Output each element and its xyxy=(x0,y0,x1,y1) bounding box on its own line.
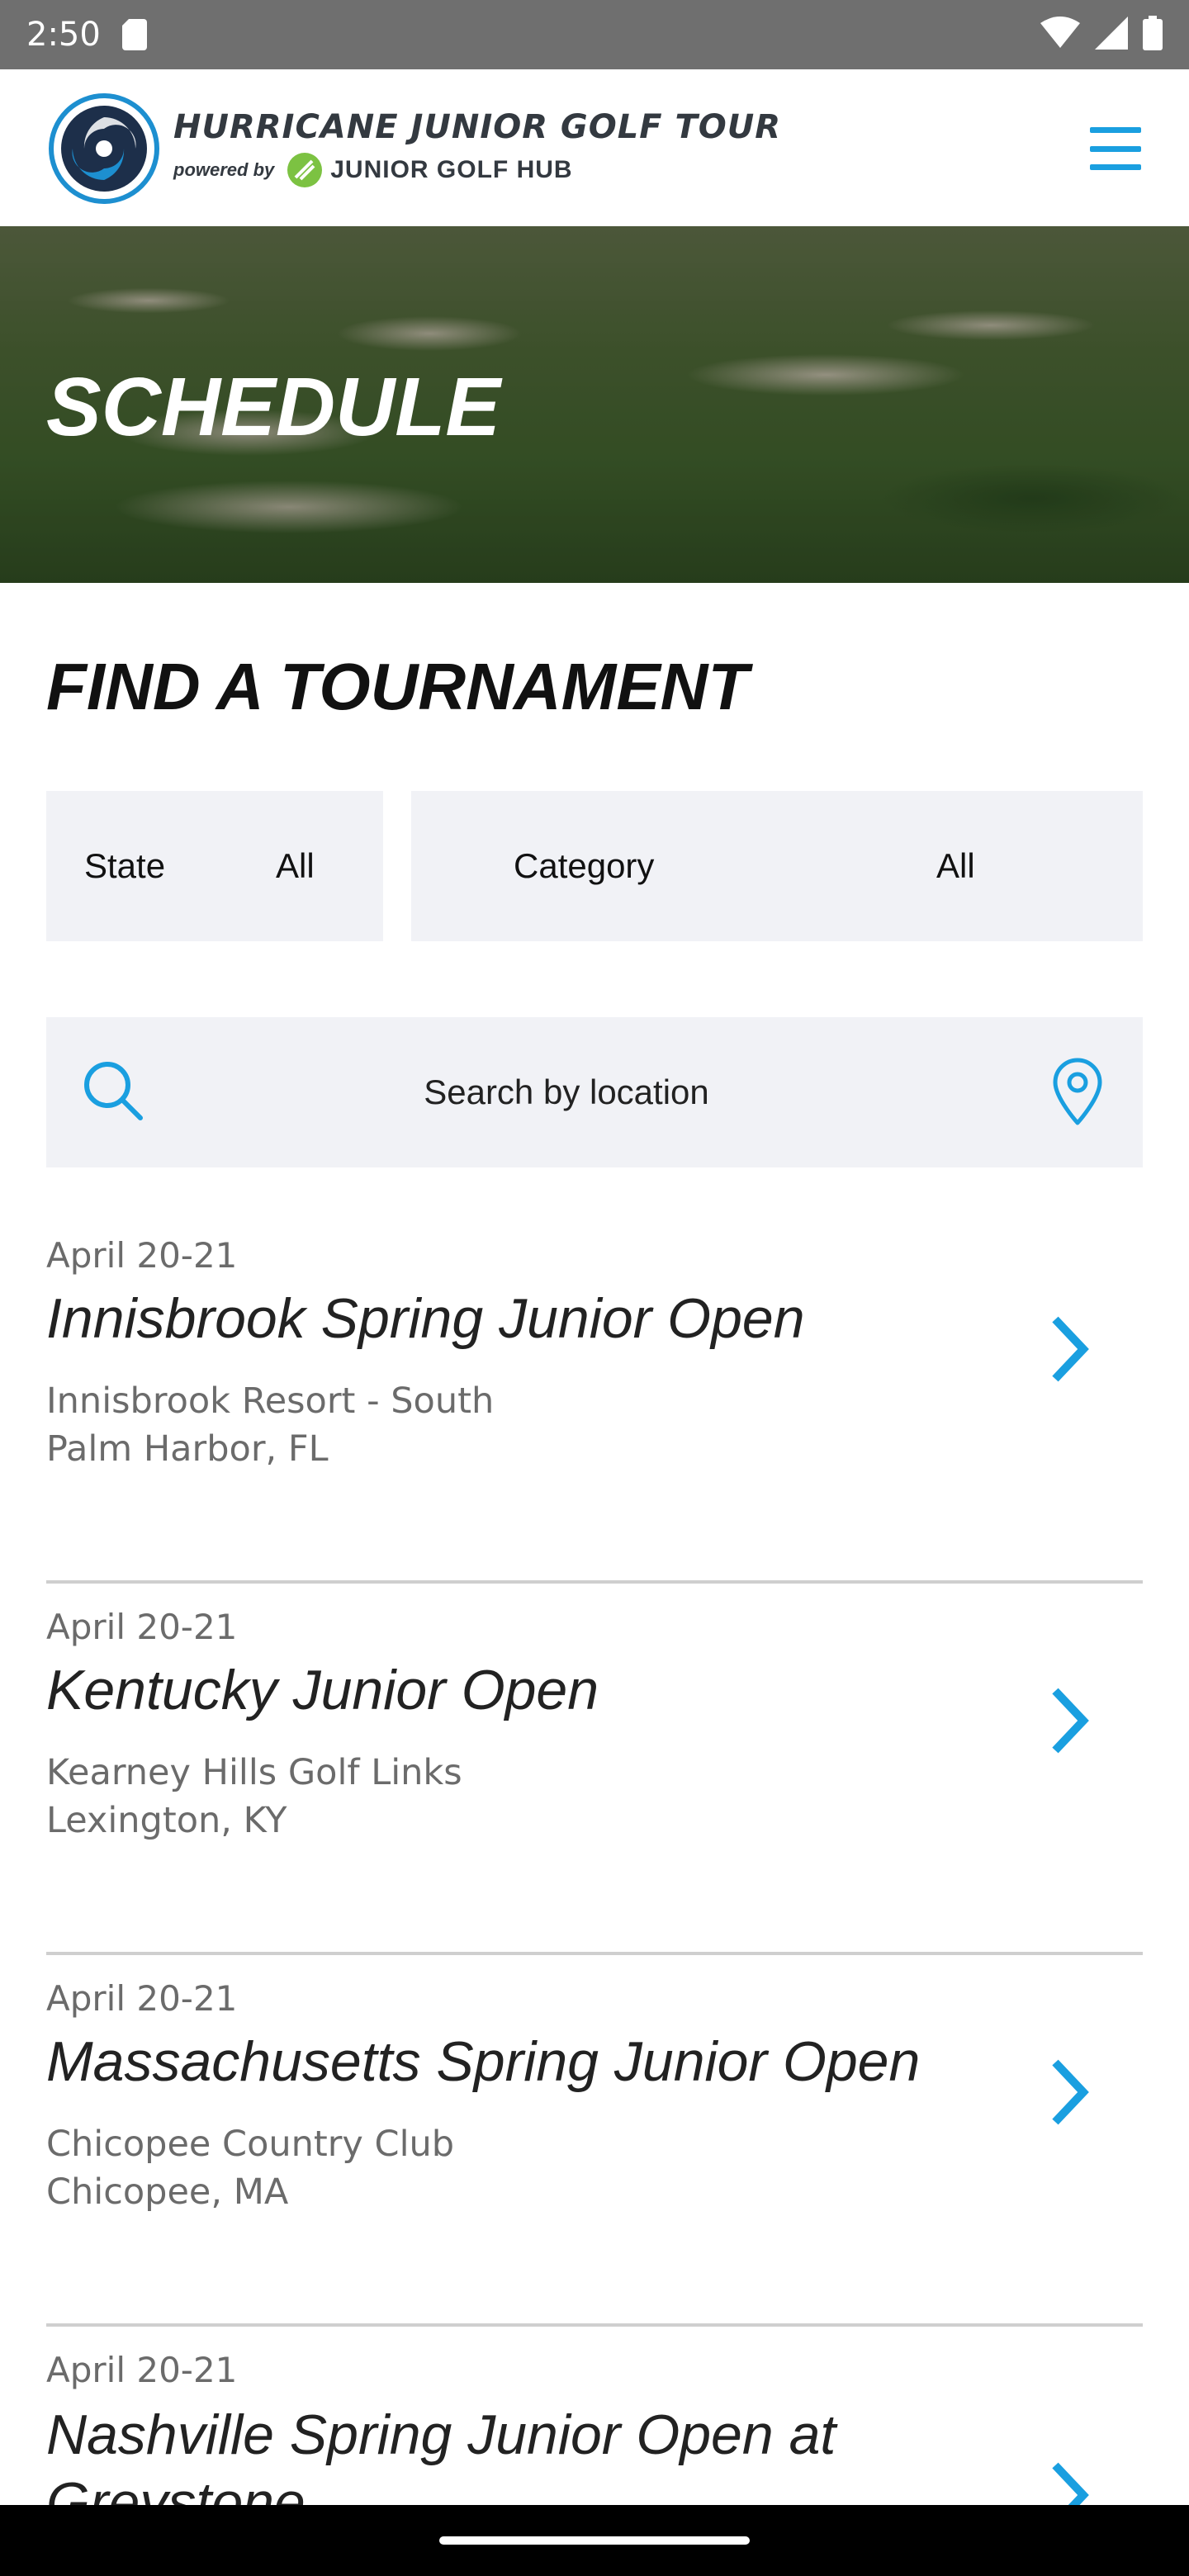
page-title: SCHEDULE xyxy=(46,361,501,453)
tournament-name[interactable]: Innisbrook Spring Junior Open xyxy=(46,1286,805,1351)
tournament-list-item[interactable]: April 20-21 Massachusetts Spring Junior … xyxy=(46,1955,1143,2327)
wifi-icon xyxy=(1040,16,1080,54)
state-filter-label: State xyxy=(84,846,166,885)
state-filter-dropdown[interactable]: State All xyxy=(46,791,383,941)
menu-line xyxy=(1090,145,1141,152)
menu-line xyxy=(1090,164,1141,170)
hamburger-menu-icon[interactable] xyxy=(1090,127,1141,170)
signal-icon xyxy=(1095,16,1128,54)
status-time: 2:50 xyxy=(26,16,101,54)
tournament-date: April 20-21 xyxy=(46,2350,238,2390)
location-pin-icon[interactable] xyxy=(1050,1057,1105,1126)
state-filter-value: All xyxy=(276,846,315,885)
tournament-list-item[interactable]: April 20-21 Innisbrook Spring Junior Ope… xyxy=(46,1212,1143,1584)
logo-title: HURRICANE JUNIOR GOLF TOUR xyxy=(173,108,782,146)
junior-golf-hub-icon xyxy=(286,151,324,189)
site-header: HURRICANE JUNIOR GOLF TOUR powered by JU… xyxy=(0,69,1189,226)
tournament-city: Lexington, KY xyxy=(46,1800,287,1841)
category-filter-dropdown[interactable]: Category All xyxy=(411,791,1143,941)
tournament-venue: Kearney Hills Golf Links xyxy=(46,1752,462,1793)
tournament-date: April 20-21 xyxy=(46,1607,238,1647)
hurricane-logo-icon xyxy=(48,92,160,205)
tournament-list-item[interactable]: April 20-21 Kentucky Junior Open Kearney… xyxy=(46,1584,1143,1955)
chevron-right-icon[interactable] xyxy=(1049,1313,1090,1385)
tournament-name[interactable]: Massachusetts Spring Junior Open xyxy=(46,2029,920,2094)
tournament-date: April 20-21 xyxy=(46,1235,238,1276)
menu-line xyxy=(1090,127,1141,133)
hero-banner: SCHEDULE xyxy=(0,226,1189,583)
tournament-list-item[interactable]: April 20-21 Nashville Spring Junior Open… xyxy=(46,2327,1143,2505)
chevron-right-icon[interactable] xyxy=(1049,2056,1090,2129)
logo-powered-by: powered by xyxy=(173,159,275,180)
tournament-city: Palm Harbor, FL xyxy=(46,1428,329,1470)
tournament-venue: Innisbrook Resort - South xyxy=(46,1380,495,1422)
logo-hub-text: JUNIOR GOLF HUB xyxy=(330,156,573,183)
category-filter-label: Category xyxy=(514,846,655,885)
location-search-box[interactable] xyxy=(46,1017,1143,1167)
location-search-input[interactable] xyxy=(195,1063,938,1121)
tournament-city: Chicopee, MA xyxy=(46,2171,289,2213)
category-filter-value: All xyxy=(936,846,975,885)
logo[interactable]: HURRICANE JUNIOR GOLF TOUR powered by JU… xyxy=(48,92,781,205)
status-bar: 2:50 xyxy=(0,0,1189,69)
sd-card-icon xyxy=(121,19,147,50)
tournament-name[interactable]: Nashville Spring Junior Open at Greyston… xyxy=(46,2401,955,2505)
tournament-name[interactable]: Kentucky Junior Open xyxy=(46,1658,599,1722)
tournament-venue: Chicopee Country Club xyxy=(46,2124,455,2165)
chevron-right-icon[interactable] xyxy=(1049,2459,1090,2505)
battery-icon xyxy=(1143,15,1163,54)
chevron-right-icon[interactable] xyxy=(1049,1684,1090,1757)
find-tournament-heading: FIND A TOURNAMENT xyxy=(46,650,749,723)
system-navigation-bar xyxy=(0,2505,1189,2576)
home-indicator[interactable] xyxy=(439,2536,750,2545)
search-icon[interactable] xyxy=(81,1058,145,1123)
tournament-date: April 20-21 xyxy=(46,1978,238,2019)
